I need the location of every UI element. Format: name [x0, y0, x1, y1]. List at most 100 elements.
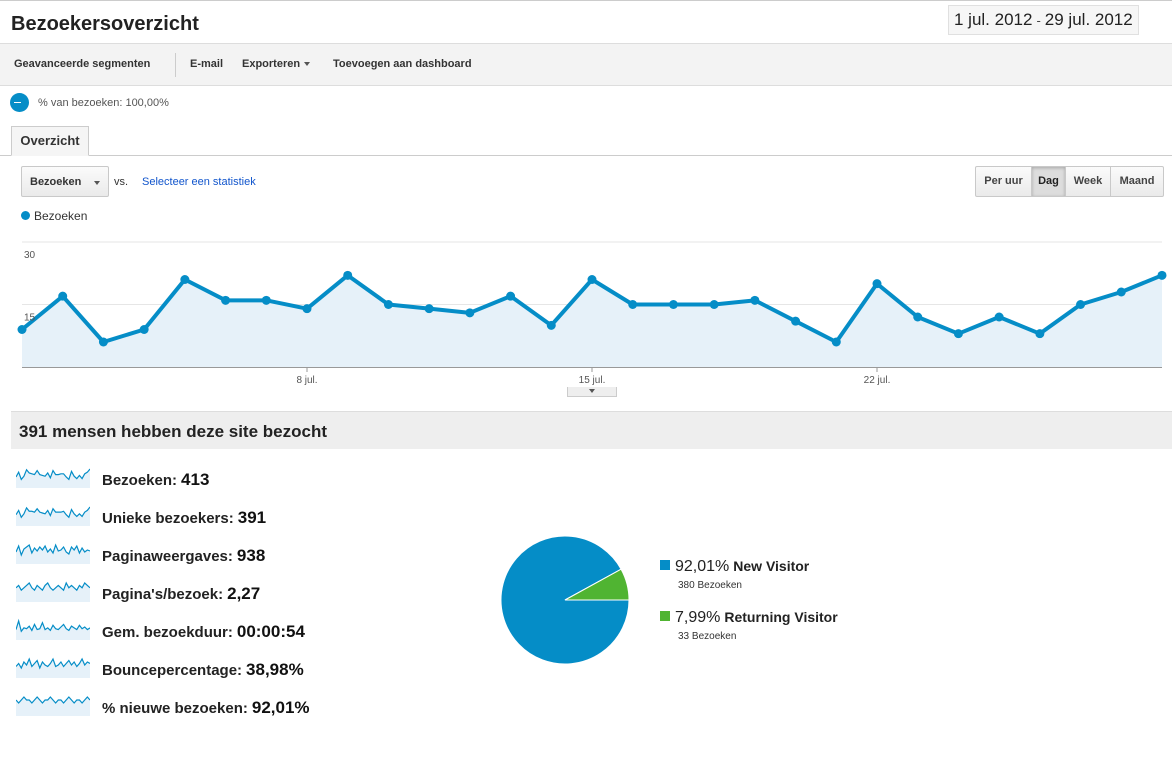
data-point	[424, 304, 434, 314]
metric-row-unique-visitors: Unieke bezoekers: 391	[16, 504, 396, 530]
legend-sub: 33 Bezoeken	[678, 631, 737, 642]
metric-value: 00:00:54	[236, 622, 305, 641]
metric-row-pages-per-visit: Pagina's/bezoek: 2,27	[16, 580, 396, 606]
data-point	[98, 337, 108, 347]
summary-bar: 391 mensen hebben deze site bezocht	[11, 411, 1172, 449]
metric-link-unique-visitors[interactable]: Unieke bezoekers: 391	[102, 508, 266, 528]
metric-value: 92,01%	[251, 698, 310, 717]
data-point	[1157, 270, 1167, 280]
data-point	[587, 275, 597, 284]
metric-link-bounce-rate[interactable]: Bouncepercentage: 38,98%	[102, 660, 304, 680]
metric-value: 938	[236, 546, 266, 565]
metric-value: 2,27	[227, 584, 261, 603]
metric-label: Bouncepercentage:	[102, 662, 243, 679]
metric-value: 413	[181, 470, 210, 489]
metric-row-avg-duration: Gem. bezoekduur: 00:00:54	[16, 618, 396, 644]
metric-row-visits: Bezoeken: 413	[16, 466, 396, 492]
data-point	[791, 316, 801, 326]
data-point	[709, 300, 719, 309]
data-point	[139, 325, 149, 334]
sparkline-area	[16, 659, 90, 678]
data-point	[872, 279, 882, 289]
x-tick-label: 22 jul.	[864, 375, 891, 386]
legend-name: Returning Visitor	[724, 609, 838, 625]
sparkline	[16, 696, 90, 716]
legend-label: Bezoeken	[34, 209, 88, 223]
data-point	[261, 295, 271, 305]
sparkline	[16, 543, 90, 564]
data-point	[1076, 300, 1086, 309]
data-point	[750, 295, 760, 305]
vs-label: vs.	[114, 176, 129, 188]
legend-swatch-icon	[660, 611, 670, 621]
data-point	[953, 329, 963, 339]
legend-swatch-icon	[660, 560, 670, 570]
x-tick-label: 15 jul.	[579, 375, 606, 386]
metric-label: Unieke bezoekers:	[102, 510, 234, 527]
metric-label: Gem. bezoekduur:	[102, 624, 233, 641]
sparkline	[16, 506, 90, 526]
metric-link-avg-duration[interactable]: Gem. bezoekduur: 00:00:54	[102, 622, 305, 642]
select-statistic-link[interactable]: Selecteer een statistiek	[142, 176, 256, 188]
visits-line-chart: 30 15 8 jul. 15 jul. 22 jul.	[17, 241, 1167, 386]
report-toolbar: Geavanceerde segmenten E-mail Exporteren…	[0, 44, 1172, 86]
summary-title: 391 mensen hebben deze site bezocht	[19, 422, 327, 441]
data-point	[913, 312, 923, 322]
chevron-down-icon	[94, 181, 100, 185]
data-point	[58, 291, 68, 301]
segment-pie-icon	[10, 93, 29, 112]
add-to-dashboard-button[interactable]: Toevoegen aan dashboard	[333, 58, 472, 70]
data-point	[546, 320, 556, 330]
period-button-hour[interactable]: Per uur	[976, 167, 1032, 196]
metric-value: 38,98%	[246, 660, 304, 679]
sparkline	[16, 581, 90, 602]
metric-link-new-visits[interactable]: % nieuwe bezoeken: 92,01%	[102, 698, 310, 718]
tab-divider	[0, 155, 1172, 156]
legend-sub: 380 Bezoeken	[678, 580, 742, 591]
legend-dot-icon	[21, 211, 30, 220]
data-point	[506, 291, 516, 301]
data-point	[1035, 329, 1045, 339]
metric-select[interactable]: Bezoeken	[21, 166, 109, 197]
period-button-week[interactable]: Week	[1066, 167, 1111, 196]
chart-legend: Bezoeken	[21, 209, 87, 223]
date-range-picker[interactable]: 1 jul. 2012-29 jul. 2012	[948, 5, 1139, 35]
page-header: Bezoekersoverzicht 1 jul. 2012-29 jul. 2…	[0, 0, 1172, 44]
data-point	[994, 312, 1004, 322]
metric-value: 391	[237, 508, 267, 527]
export-button[interactable]: Exporteren	[242, 58, 311, 70]
tab-overview[interactable]: Overzicht	[11, 126, 89, 156]
pie-legend-returning-visitor: 7,99% Returning Visitor 33 Bezoeken	[660, 609, 838, 642]
data-point	[343, 270, 353, 280]
segment-text: % van bezoeken: 100,00%	[38, 97, 169, 109]
metric-link-pages-per-visit[interactable]: Pagina's/bezoek: 2,27	[102, 584, 260, 604]
advanced-segments-button[interactable]: Geavanceerde segmenten	[14, 58, 150, 70]
data-point	[628, 300, 638, 309]
data-point	[465, 308, 475, 318]
y-tick-label: 30	[24, 250, 36, 261]
metric-link-visits[interactable]: Bezoeken: 413	[102, 470, 209, 490]
email-button[interactable]: E-mail	[190, 58, 223, 70]
legend-percent: 7,99%	[675, 609, 721, 626]
export-label: Exporteren	[242, 58, 301, 70]
chart-collapse-handle[interactable]	[567, 387, 617, 397]
data-point	[302, 304, 312, 314]
metric-row-new-visits: % nieuwe bezoeken: 92,01%	[16, 694, 396, 720]
sparkline-area	[16, 545, 90, 564]
metric-label: Paginaweergaves:	[102, 548, 233, 565]
legend-percent: 92,01%	[675, 558, 730, 575]
period-button-day[interactable]: Dag	[1032, 167, 1066, 196]
period-button-month[interactable]: Maand	[1111, 167, 1163, 196]
metric-label: % nieuwe bezoeken:	[102, 700, 248, 717]
data-point	[668, 300, 678, 309]
period-toggle: Per uur Dag Week Maand	[975, 166, 1164, 197]
data-point	[1116, 287, 1126, 297]
metric-select-label: Bezoeken	[30, 176, 82, 188]
x-tick-label: 8 jul.	[296, 375, 317, 386]
metric-link-pageviews[interactable]: Paginaweergaves: 938	[102, 546, 265, 566]
metric-label: Bezoeken:	[102, 472, 178, 489]
metric-label: Pagina's/bezoek:	[102, 586, 224, 603]
sparkline	[16, 468, 90, 488]
page-title: Bezoekersoverzicht	[11, 13, 199, 35]
date-end: 29 jul. 2012	[1044, 10, 1133, 29]
